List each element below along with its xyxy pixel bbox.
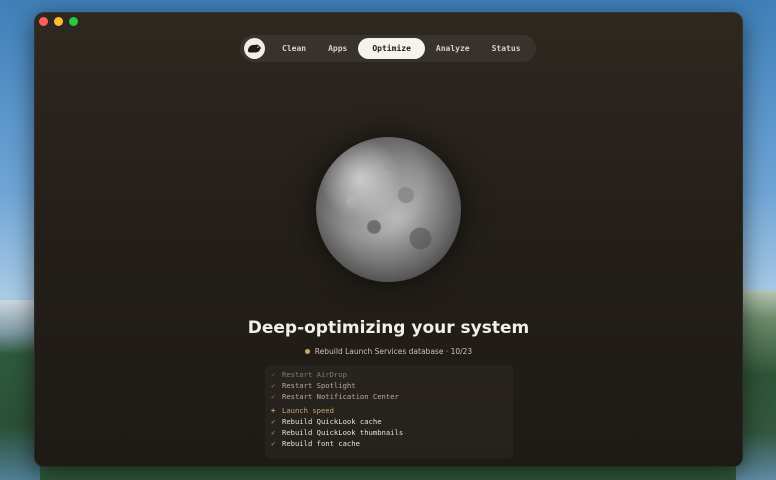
app-window: Clean Apps Optimize Analyze Status Deep-…: [34, 12, 743, 467]
check-icon: ✓: [271, 370, 276, 379]
plus-icon: +: [271, 406, 276, 415]
check-icon: ✓: [271, 417, 276, 426]
progress-status: Rebuild Launch Services database · 10/23: [34, 347, 743, 356]
window-controls: [39, 17, 78, 26]
close-window-button[interactable]: [39, 17, 48, 26]
maximize-window-button[interactable]: [69, 17, 78, 26]
log-section-header: + Launch speed: [271, 406, 334, 415]
log-item: ✓ Rebuild QuickLook thumbnails: [271, 428, 404, 437]
top-nav: Clean Apps Optimize Analyze Status: [240, 35, 536, 62]
moon-illustration: [316, 137, 461, 282]
log-item: ✓ Restart AirDrop: [271, 370, 347, 379]
minimize-window-button[interactable]: [54, 17, 63, 26]
check-icon: ✓: [271, 428, 276, 437]
check-icon: ✓: [271, 381, 276, 390]
tab-apps[interactable]: Apps: [317, 38, 358, 59]
tab-clean[interactable]: Clean: [271, 38, 317, 59]
optimization-log: ✓ Restart AirDrop ✓ Restart Spotlight ✓ …: [265, 365, 513, 459]
log-item: ✓ Restart Notification Center: [271, 392, 399, 401]
log-item: ✓ Rebuild QuickLook cache: [271, 417, 382, 426]
tab-optimize[interactable]: Optimize: [358, 38, 425, 59]
app-logo-icon[interactable]: [244, 38, 265, 59]
log-item: ✓ Restart Spotlight: [271, 381, 356, 390]
progress-status-text: Rebuild Launch Services database · 10/23: [314, 347, 473, 356]
status-dot-icon: [304, 349, 310, 354]
log-item: ✓ Rebuild font cache: [271, 439, 360, 448]
tab-analyze[interactable]: Analyze: [425, 38, 481, 59]
check-icon: ✓: [271, 439, 276, 448]
tab-status[interactable]: Status: [481, 38, 532, 59]
check-icon: ✓: [271, 392, 276, 401]
page-title: Deep-optimizing your system: [247, 318, 530, 338]
